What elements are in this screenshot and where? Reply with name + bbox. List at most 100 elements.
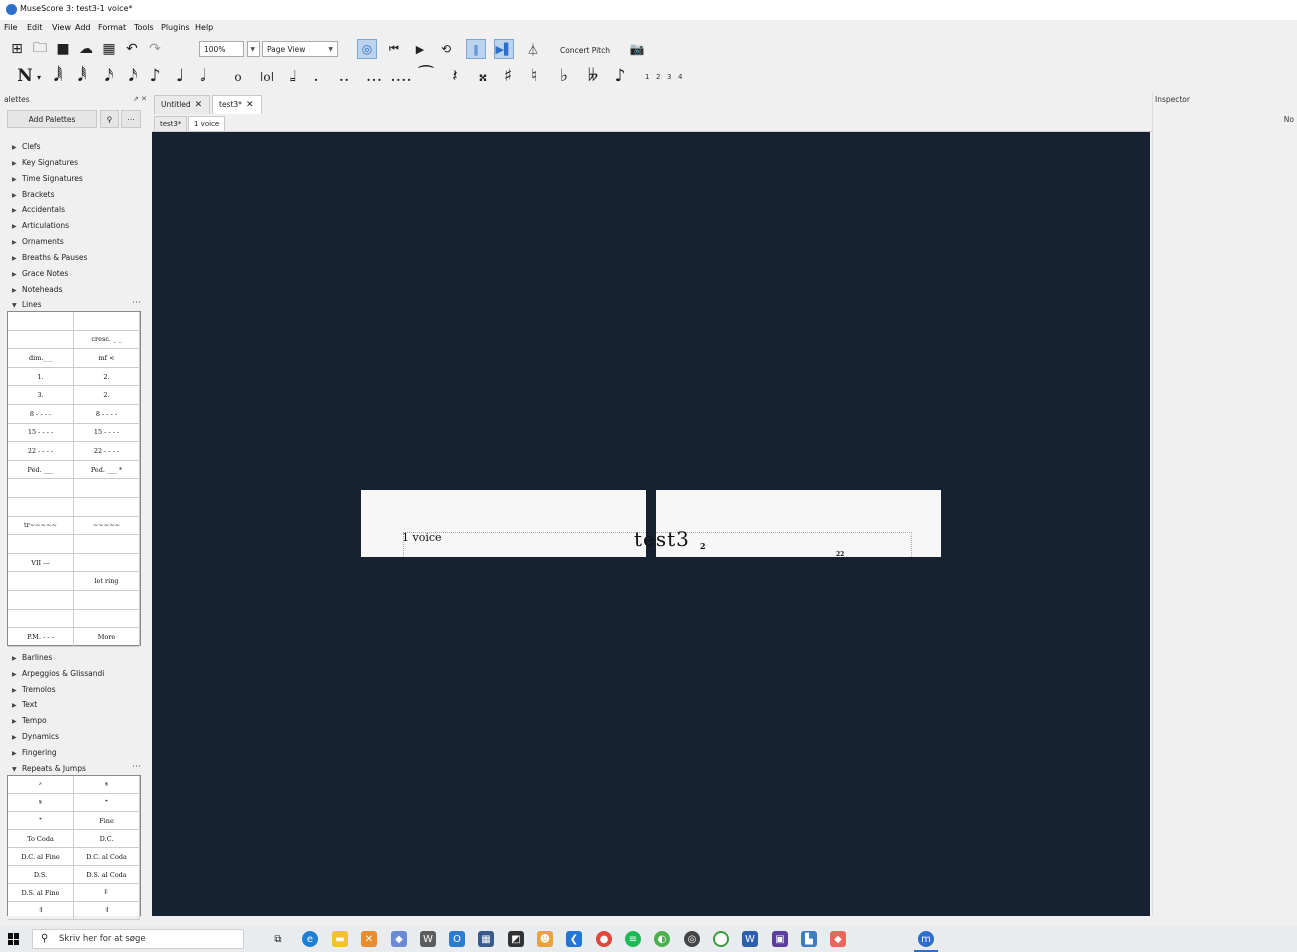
- lines-palette-cell[interactable]: 8 - - - -: [8, 405, 74, 424]
- app-icon-8[interactable]: ▦: [478, 931, 494, 947]
- app-icon-19[interactable]: ▙: [801, 931, 817, 947]
- menu-view[interactable]: View: [52, 23, 71, 32]
- palette-dynamics[interactable]: ▶ Dynamics: [12, 732, 59, 741]
- flip-direction-icon[interactable]: ♪: [611, 66, 629, 88]
- app-icon-9[interactable]: ◩: [508, 931, 524, 947]
- repeats-palette-cell[interactable]: 𝄇: [74, 902, 140, 920]
- app-icon-5[interactable]: ◆: [391, 931, 407, 947]
- app-icon-18[interactable]: ▣: [772, 931, 788, 947]
- lines-palette-cell[interactable]: [74, 553, 140, 573]
- loop-icon[interactable]: ⟲: [436, 39, 456, 59]
- repeats-palette-cell[interactable]: D.C.: [74, 830, 140, 848]
- lines-palette-cell[interactable]: Ped. ___ *: [74, 460, 140, 480]
- sharp-icon[interactable]: ♯: [500, 66, 516, 88]
- note-16th-icon[interactable]: 𝅘𝅥𝅯: [99, 66, 119, 88]
- voice-1-button[interactable]: 1: [645, 73, 649, 81]
- lines-palette-cell[interactable]: [8, 591, 74, 610]
- repeats-palette-cell[interactable]: 𝄎: [8, 776, 74, 794]
- app-icon-14[interactable]: ◐: [654, 931, 670, 947]
- lines-palette-cell[interactable]: [74, 609, 140, 629]
- score-title[interactable]: test3: [634, 527, 690, 551]
- repeats-palette-cell[interactable]: D.C. al Fine: [8, 848, 74, 866]
- palette-grace-notes[interactable]: ▶ Grace Notes: [12, 269, 68, 278]
- part-name-label[interactable]: 1 voice: [402, 531, 442, 544]
- repeats-palette-cell[interactable]: 𝄋: [74, 776, 140, 794]
- lines-palette-cell[interactable]: 2.: [74, 386, 140, 405]
- play-icon[interactable]: ▶: [410, 39, 430, 59]
- double-dot-icon[interactable]: ..: [337, 66, 351, 88]
- tab-untitled[interactable]: Untitled ✕: [154, 95, 210, 114]
- note-whole-icon[interactable]: o: [230, 70, 246, 92]
- palette-tremolos[interactable]: ▶ Tremolos: [12, 685, 56, 694]
- flat-icon[interactable]: ♭: [556, 66, 572, 88]
- lines-palette-cell[interactable]: 2.: [74, 367, 140, 387]
- palette-arpeggios-glissandi[interactable]: ▶ Arpeggios & Glissandi: [12, 669, 104, 678]
- palette-repeats-jumps[interactable]: ▼ Repeats & Jumps: [12, 764, 86, 773]
- repeats-palette-cell[interactable]: D.S. al Fine: [8, 884, 74, 902]
- voice-2-button[interactable]: 2: [656, 73, 660, 81]
- task-view-icon[interactable]: ⧉: [270, 931, 286, 947]
- lines-palette-cell[interactable]: tr~~~~~: [8, 516, 74, 536]
- palette-key-signatures[interactable]: ▶ Key Signatures: [12, 158, 78, 167]
- vscode-icon[interactable]: ❮: [566, 931, 582, 947]
- palette-accidentals[interactable]: ▶ Accidentals: [12, 205, 65, 214]
- lines-palette-cell[interactable]: [74, 479, 140, 498]
- add-palettes-button[interactable]: Add Palettes: [7, 110, 97, 128]
- lines-palette-cell[interactable]: [8, 535, 74, 554]
- app-icon-16[interactable]: [713, 931, 729, 947]
- palette-ornaments[interactable]: ▶ Ornaments: [12, 237, 64, 246]
- repeats-palette-cell[interactable]: D.S.: [8, 866, 74, 884]
- palette-brackets[interactable]: ▶ Brackets: [12, 190, 55, 199]
- open-folder-icon[interactable]: 🗀: [30, 39, 50, 59]
- chrome-icon[interactable]: ●: [596, 931, 612, 947]
- lines-palette-cell[interactable]: More: [74, 628, 140, 647]
- lines-palette-cell[interactable]: [74, 591, 140, 610]
- xampp-icon[interactable]: ✕: [361, 931, 377, 947]
- repeats-palette-cell[interactable]: 𝄆: [74, 884, 140, 902]
- upload-cloud-icon[interactable]: ☁: [76, 39, 96, 59]
- repeats-palette-cell[interactable]: 𝄌: [8, 812, 74, 830]
- palette-breaths-pauses[interactable]: ▶ Breaths & Pauses: [12, 253, 87, 262]
- view-mode-select[interactable]: Page View ▼: [262, 41, 338, 57]
- score-page-1[interactable]: 1 voice: [361, 490, 646, 557]
- repeats-palette-cell[interactable]: D.C. al Coda: [74, 848, 140, 866]
- note-32nd-icon[interactable]: 𝅘𝅥𝅱: [72, 66, 92, 88]
- print-icon[interactable]: ▦: [99, 39, 119, 59]
- edge-browser-icon[interactable]: e: [302, 931, 318, 947]
- repeats-palette-cell[interactable]: 𝄇: [8, 902, 74, 920]
- lines-palette-cell[interactable]: Ped. ___: [8, 460, 74, 480]
- metronome-icon[interactable]: ⏃: [523, 39, 543, 59]
- repeats-palette-cell[interactable]: Fine: [74, 812, 140, 830]
- search-icon[interactable]: ⚲: [100, 110, 119, 128]
- repeats-palette-cell[interactable]: 𝄋: [8, 794, 74, 812]
- palette-clefs[interactable]: ▶ Clefs: [12, 142, 40, 151]
- palette-time-signatures[interactable]: ▶ Time Signatures: [12, 174, 83, 183]
- lines-palette-cell[interactable]: mf <: [74, 349, 140, 368]
- note-breve-icon[interactable]: ǀoǀ: [259, 70, 275, 92]
- lines-palette-cell[interactable]: ~~~~~: [74, 516, 140, 536]
- note-quarter-icon[interactable]: ♩: [170, 66, 190, 88]
- lines-palette-cell[interactable]: [8, 572, 74, 591]
- zoom-input[interactable]: 100%: [199, 41, 244, 57]
- palette-lines[interactable]: ▼ Lines: [12, 300, 42, 309]
- lines-palette-cell[interactable]: cresc. _ _: [74, 330, 140, 350]
- lines-palette-cell[interactable]: [8, 498, 74, 517]
- note-64th-icon[interactable]: 𝅘𝅥𝅲: [48, 66, 68, 88]
- palette-tempo[interactable]: ▶ Tempo: [12, 716, 47, 725]
- repeats-more-icon[interactable]: ⋯: [132, 762, 141, 772]
- lines-palette-cell[interactable]: let ring: [74, 572, 140, 591]
- outlook-icon[interactable]: O: [449, 931, 465, 947]
- palette-fingering[interactable]: ▶ Fingering: [12, 748, 57, 757]
- double-flat-icon[interactable]: 𝄫: [584, 66, 602, 88]
- menu-format[interactable]: Format: [98, 23, 126, 32]
- lines-palette-cell[interactable]: [74, 535, 140, 554]
- lines-palette-cell[interactable]: [8, 330, 74, 350]
- lines-palette-cell[interactable]: VII ---: [8, 553, 74, 573]
- app-icon-15[interactable]: ◎: [684, 931, 700, 947]
- pan-score-icon[interactable]: ▶▌: [494, 39, 514, 59]
- close-icon[interactable]: ✕: [195, 100, 203, 110]
- redo-icon[interactable]: ↷: [145, 39, 165, 59]
- menu-file[interactable]: File: [4, 23, 17, 32]
- app-icon-10[interactable]: ☻: [537, 931, 553, 947]
- lines-more-icon[interactable]: ⋯: [132, 298, 141, 308]
